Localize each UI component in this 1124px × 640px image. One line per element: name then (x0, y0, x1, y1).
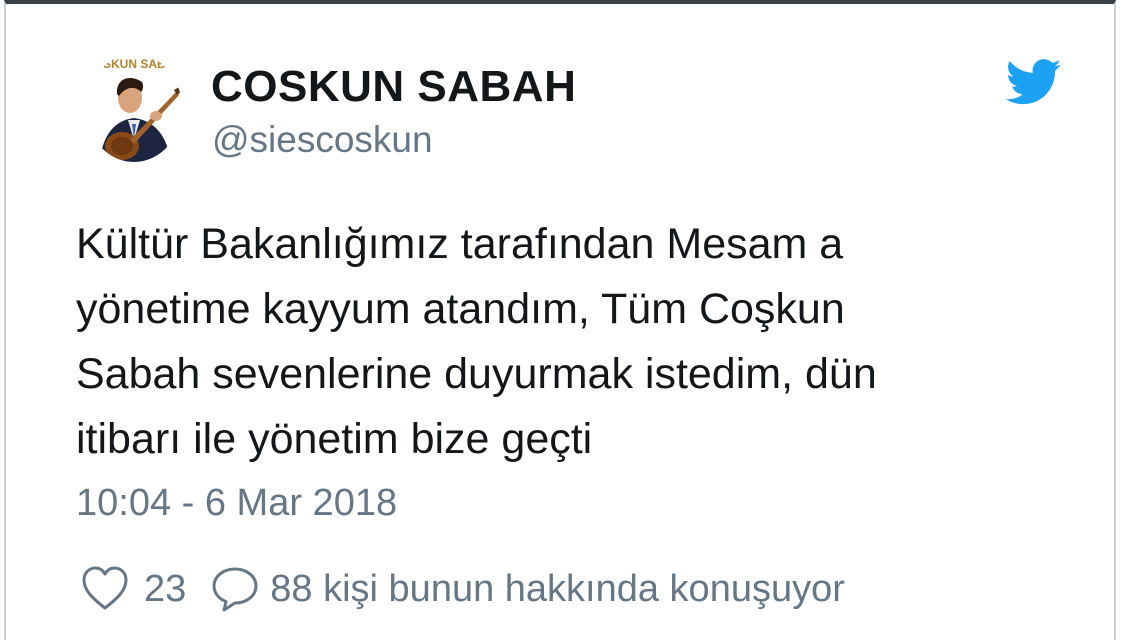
twitter-bird-icon[interactable] (1005, 59, 1062, 107)
user-handle[interactable]: @siescoskun (212, 119, 433, 161)
avatar-lettering: COSKUN SABAH (86, 57, 182, 71)
speech-bubble-icon[interactable] (210, 564, 260, 614)
tweet-text-line: yönetime kayyum atandım, Tüm Coşkun (76, 285, 845, 333)
tweet-timestamp[interactable]: 10:04 - 6 Mar 2018 (76, 482, 397, 525)
tweet-text-line: Sabah sevenlerine duyurmak istedim, dün (76, 350, 877, 398)
tweet-text-line: itibarı ile yönetim bize geçti (76, 415, 593, 463)
avatar[interactable]: COSKUN SABAH (86, 54, 182, 162)
conversation-link[interactable]: 88 kişi bunun hakkında konuşuyor (270, 568, 845, 611)
tweet-card: COSKUN SABAH COSKUN SABAH @siescoskun Kü… (4, 0, 1116, 640)
avatar-image: COSKUN SABAH (86, 54, 182, 162)
tweet-text-line: Kültür Bakanlığımız tarafından Mesam a (76, 220, 844, 268)
like-count: 23 (144, 567, 187, 610)
tweet-text: Kültür Bakanlığımız tarafından Mesam a y… (76, 212, 1006, 472)
display-name[interactable]: COSKUN SABAH (211, 62, 576, 112)
tweet-actions: 23 88 kişi bunun hakkında konuşuyor (80, 564, 845, 614)
heart-icon[interactable] (80, 564, 130, 614)
